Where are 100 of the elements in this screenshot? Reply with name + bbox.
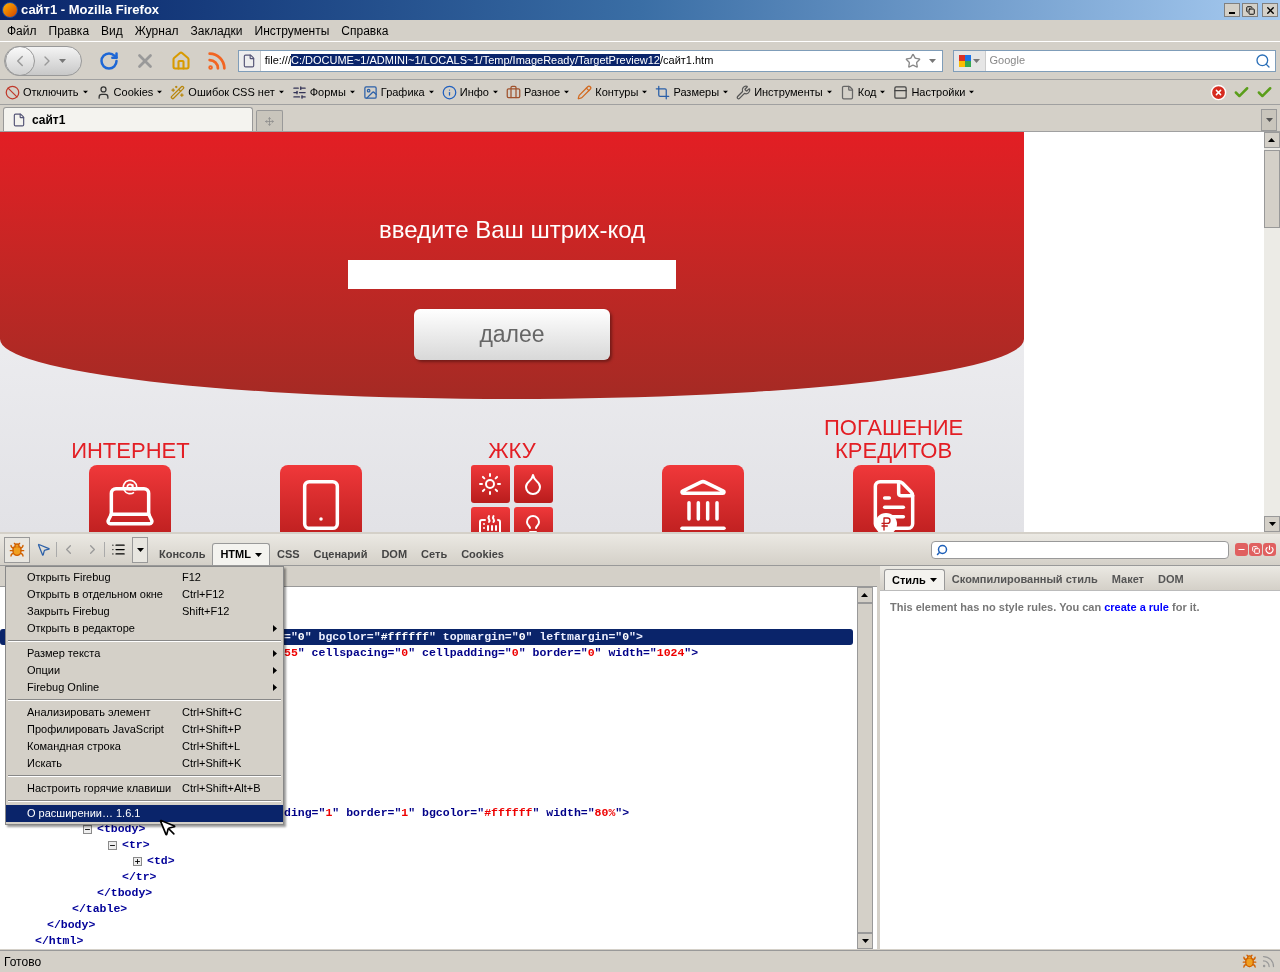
expand-toggle-icon[interactable] — [133, 856, 142, 866]
scrollbar[interactable] — [1264, 132, 1280, 532]
close-icon — [1264, 4, 1276, 16]
menu-item[interactable]: Закрыть Firebug Shift+F12 — [6, 603, 283, 620]
firebug-search-field[interactable] — [931, 540, 1229, 559]
browser-tab[interactable]: сайт1 — [3, 107, 253, 131]
collapse-toggle-icon[interactable] — [83, 824, 92, 834]
restore-icon — [1245, 5, 1255, 15]
toolbar-menu-button[interactable]: Настройки — [891, 83, 978, 101]
bug-icon — [9, 541, 25, 558]
power-icon — [1265, 545, 1274, 554]
firebug-button[interactable] — [4, 536, 30, 563]
create-rule-link[interactable]: create a rule — [1104, 601, 1169, 613]
feed-icon — [205, 49, 228, 72]
bookmark-star-icon[interactable] — [904, 52, 921, 69]
panel-tab[interactable]: Сеть — [414, 543, 455, 565]
pointer-icon — [35, 542, 51, 557]
side-panel-tab[interactable]: Макет — [1104, 569, 1151, 590]
panel-tab[interactable]: Cookies — [454, 543, 511, 565]
panel-tab[interactable]: CSS — [269, 543, 307, 565]
menu-dropdown-button[interactable] — [132, 536, 148, 563]
feed-icon[interactable] — [1261, 954, 1276, 969]
search-icon[interactable] — [1255, 52, 1271, 69]
toolbar-menu-button[interactable]: Контуры — [575, 83, 651, 101]
submenu-arrow-icon — [273, 684, 277, 691]
code-line[interactable]: 55" cellspacing="0" cellpadding="0" border="0" width="1024"> — [284, 644, 699, 662]
next-button[interactable]: далее — [414, 309, 610, 360]
code-line[interactable]: <td> — [147, 852, 175, 870]
menu-item[interactable]: Опции — [6, 662, 283, 679]
caret-icon — [492, 90, 499, 94]
menu-item[interactable]: Открыть в отдельном окне Ctrl+F12 — [6, 586, 283, 603]
menu-item[interactable]: Инструменты — [248, 21, 336, 40]
banner-heading: введите Ваш штрих-код — [378, 215, 646, 245]
caret-icon — [349, 90, 355, 94]
pencil-icon — [577, 84, 593, 100]
side-panel-tab[interactable]: Стиль — [884, 569, 945, 590]
search-engine-logo-icon — [958, 54, 971, 67]
panel-tab[interactable]: HTML — [212, 543, 270, 565]
search-engine-button[interactable] — [953, 50, 986, 71]
code-line[interactable]: ding="1" border="1" bgcolor="#ffffff" width="80%"> — [284, 804, 630, 822]
side-panel-tab[interactable]: DOM — [1151, 569, 1191, 590]
menu-item[interactable]: Журнал — [128, 21, 185, 40]
error-icon[interactable] — [1210, 83, 1227, 101]
toolbar-menu-button[interactable]: Разное — [503, 83, 573, 101]
code-line[interactable]: <tr> — [122, 836, 150, 854]
code-line: </html> — [35, 933, 84, 950]
back-button[interactable] — [5, 45, 35, 76]
panel-tab[interactable]: Сценарий — [306, 543, 375, 565]
menu-item[interactable]: Справка — [335, 21, 395, 40]
menu-item[interactable]: Открыть Firebug F12 — [6, 569, 283, 586]
restore-button[interactable] — [1242, 3, 1258, 17]
search-field[interactable]: Google — [952, 49, 1276, 72]
toolbar-menu-button[interactable]: Графика — [360, 83, 437, 101]
toolbar-menu-button[interactable]: Формы — [289, 83, 358, 101]
panel-icon — [893, 84, 909, 100]
scrollbar-thumb[interactable] — [1264, 150, 1280, 228]
menu-item[interactable]: Размер текста — [6, 645, 283, 662]
laptop-icon[interactable] — [89, 465, 172, 532]
menu-item[interactable]: Настроить горячие клавиши Ctrl+Shift+Alt+B — [6, 780, 283, 797]
collapse-toggle-icon[interactable] — [108, 840, 117, 850]
menu-item[interactable]: Firebug Online — [6, 679, 283, 696]
power-button[interactable] — [1263, 543, 1276, 556]
wrench-icon — [736, 84, 752, 100]
toolbar-menu-button[interactable]: Отключить — [3, 83, 91, 101]
tab-list-button[interactable] — [1261, 109, 1277, 131]
panel-tab[interactable]: DOM — [374, 543, 415, 565]
toolbar-menu-button[interactable]: Ошибок CSS нет — [168, 83, 287, 101]
bank-icon[interactable] — [661, 465, 744, 532]
menu-item[interactable]: Закладки — [184, 21, 249, 40]
menu-item[interactable]: Анализировать элемент Ctrl+Shift+C — [6, 704, 283, 721]
phone-icon[interactable] — [280, 465, 363, 532]
menu-item[interactable]: Правка — [42, 21, 96, 40]
toolbar-menu-button[interactable]: Инфо — [439, 83, 501, 101]
panel-tab[interactable]: Консоль — [152, 543, 213, 565]
utilities-icon[interactable] — [471, 465, 553, 532]
submenu-arrow-icon — [273, 667, 277, 674]
side-panel-tab[interactable]: Скомпилированный стиль — [944, 569, 1105, 590]
menu-item[interactable]: О расширении… 1.6.1 — [6, 805, 283, 822]
minimize-button[interactable] — [1224, 3, 1240, 17]
toolbar-menu-button[interactable]: Инструменты — [734, 83, 835, 101]
menu-item[interactable]: Открыть в редакторе — [6, 620, 283, 637]
firebug-icon[interactable] — [1242, 954, 1257, 969]
document-icon — [839, 84, 855, 100]
move-icon — [265, 116, 274, 126]
category-label: ЖКУ — [487, 439, 537, 462]
search-input[interactable]: Google — [985, 52, 1255, 69]
menu-item[interactable]: Файл — [1, 21, 43, 40]
toolbar-menu-button[interactable]: Cookies — [93, 83, 166, 101]
menu-item[interactable]: Командная строка Ctrl+Shift+L — [6, 738, 283, 755]
detach-button[interactable] — [1249, 543, 1262, 556]
caret-icon — [861, 939, 869, 943]
menu-item[interactable]: Профилировать JavaScript Ctrl+Shift+P — [6, 721, 283, 738]
toolbar-menu-button[interactable]: Размеры — [653, 83, 732, 101]
barcode-input-field[interactable] — [348, 260, 676, 289]
menu-item[interactable]: Искать Ctrl+Shift+K — [6, 755, 283, 772]
caret-icon — [136, 547, 144, 552]
ruble-document-icon[interactable] — [852, 465, 935, 532]
toolbar-menu-button[interactable]: Код — [837, 83, 889, 101]
close-button[interactable] — [1262, 3, 1278, 17]
menu-item[interactable]: Вид — [95, 21, 129, 40]
